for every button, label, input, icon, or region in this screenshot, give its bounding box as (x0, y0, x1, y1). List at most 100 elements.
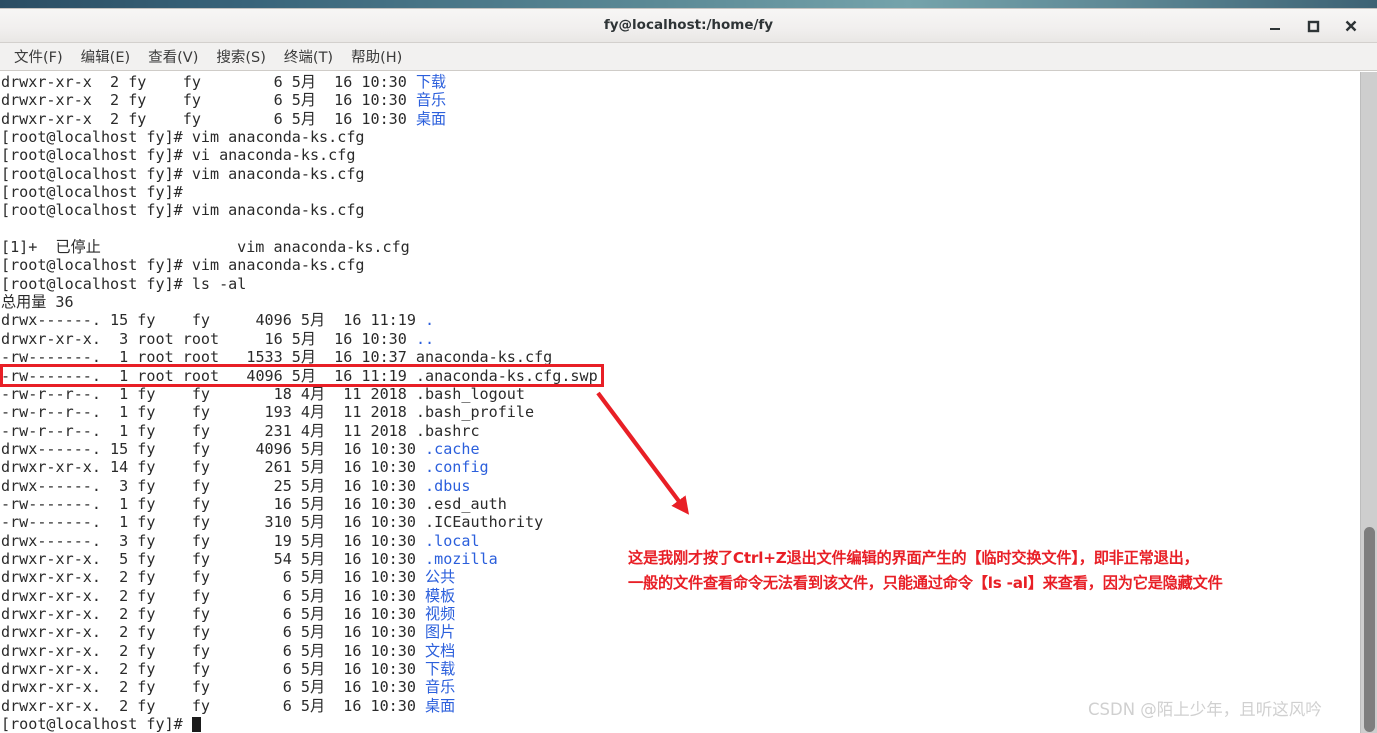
terminal-line: drwx------. 3 fy fy 25 5月 16 10:30 .dbus (1, 477, 1360, 495)
terminal-filename: 模板 (425, 586, 456, 605)
terminal-line-text: drwxr-xr-x. 2 fy fy 6 5月 16 10:30 (1, 678, 426, 697)
terminal-line-text: [root@localhost fy]# vim anaconda-ks.cfg (1, 256, 365, 275)
terminal-line-text: [root@localhost fy]# vim anaconda-ks.cfg (1, 201, 365, 220)
terminal-line-text: -rw-------. 1 fy fy 16 5月 16 10:30 .esd_… (1, 494, 507, 513)
terminal-line: -rw-r--r--. 1 fy fy 18 4月 11 2018 .bash_… (1, 385, 1360, 403)
terminal-line-text: [root@localhost fy]# (1, 183, 192, 202)
terminal-line-text: [1]+ 已停止 vim anaconda-ks.cfg (1, 238, 410, 257)
window-title: fy@localhost:/home/fy (603, 17, 774, 33)
terminal-line: drwxr-xr-x. 2 fy fy 6 5月 16 10:30 公共 (1, 568, 1360, 586)
terminal-prompt-line: [root@localhost fy]# (1, 715, 1360, 733)
terminal-line: drwx------. 3 fy fy 19 5月 16 10:30 .loca… (1, 532, 1360, 550)
terminal-filename: .dbus (425, 476, 471, 495)
terminal-line: -rw-------. 1 fy fy 310 5月 16 10:30 .ICE… (1, 513, 1360, 531)
terminal-line: [1]+ 已停止 vim anaconda-ks.cfg (1, 238, 1360, 256)
terminal-filename: 桌面 (415, 109, 447, 128)
terminal-line-text: [root@localhost fy]# vi anaconda-ks.cfg (1, 146, 356, 165)
terminal-line: drwxr-xr-x. 14 fy fy 261 5月 16 10:30 .co… (1, 458, 1360, 476)
terminal-line-text: [root@localhost fy]# vim anaconda-ks.cfg (1, 164, 365, 183)
terminal-line: drwxr-xr-x. 5 fy fy 54 5月 16 10:30 .mozi… (1, 550, 1360, 568)
terminal-line: drwxr-xr-x. 3 root root 16 5月 16 10:30 .… (1, 330, 1360, 348)
menu-item-help[interactable]: 帮助(H) (342, 44, 411, 69)
close-button[interactable] (1341, 16, 1361, 36)
terminal-line: -rw-------. 1 fy fy 16 5月 16 10:30 .esd_… (1, 495, 1360, 513)
terminal-line-text: drwx------. 15 fy fy 4096 5月 16 11:19 (1, 311, 426, 330)
terminal-line-text: -rw-r--r--. 1 fy fy 231 4月 11 2018 .bash… (1, 421, 480, 440)
terminal-line: -rw-r--r--. 1 fy fy 193 4月 11 2018 .bash… (1, 403, 1360, 421)
scrollbar-thumb[interactable] (1364, 527, 1375, 732)
terminal-filename: .. (415, 329, 435, 348)
terminal-line: drwxr-xr-x. 2 fy fy 6 5月 16 10:30 桌面 (1, 697, 1360, 715)
terminal-line: [root@localhost fy]# vim anaconda-ks.cfg (1, 165, 1360, 183)
menu-item-file[interactable]: 文件(F) (5, 44, 72, 69)
terminal-filename: 公共 (425, 568, 456, 587)
terminal-window: fy@localhost:/home/fy 文件(F) 编辑(E) 查看(V) … (0, 8, 1377, 733)
menu-item-view[interactable]: 查看(V) (139, 44, 207, 69)
window-controls (1265, 9, 1369, 42)
terminal-line-list: drwxr-xr-x 2 fy fy 6 5月 16 10:30 下载 drwxr… (0, 72, 1360, 733)
terminal-line: 总用量 36 (1, 293, 1360, 311)
menu-item-search[interactable]: 搜索(S) (207, 44, 275, 69)
terminal-line: drwxr-xr-x 2 fy fy 6 5月 16 10:30 音乐 (1, 91, 1360, 109)
terminal-line: drwxr-xr-x 2 fy fy 6 5月 16 10:30 桌面 (1, 110, 1360, 128)
terminal-line-text: drwxr-xr-x. 5 fy fy 54 5月 16 10:30 (1, 549, 426, 568)
terminal-line: drwxr-xr-x. 2 fy fy 6 5月 16 10:30 图片 (1, 623, 1360, 641)
terminal-line: [root@localhost fy]# (1, 183, 1360, 201)
terminal-line: -rw-r--r--. 1 fy fy 231 4月 11 2018 .bash… (1, 422, 1360, 440)
terminal-prompt: [root@localhost fy]# (1, 715, 192, 733)
terminal-line-text: drwxr-xr-x. 2 fy fy 6 5月 16 10:30 (1, 660, 426, 678)
menu-bar: 文件(F) 编辑(E) 查看(V) 搜索(S) 终端(T) 帮助(H) (0, 43, 1377, 71)
screenshot-root: fy@localhost:/home/fy 文件(F) 编辑(E) 查看(V) … (0, 0, 1377, 733)
minimize-button[interactable] (1265, 16, 1285, 36)
terminal-line-text: drwxr-xr-x. 3 root root 16 5月 16 10:30 (1, 329, 416, 348)
terminal-line-text: drwxr-xr-x 2 fy fy 6 5月 16 10:30 (1, 91, 416, 110)
menu-item-edit[interactable]: 编辑(E) (72, 44, 139, 69)
terminal-line-text: -rw-------. 1 fy fy 310 5月 16 10:30 .ICE… (1, 513, 544, 532)
terminal-line-text: drwxr-xr-x. 2 fy fy 6 5月 16 10:30 (1, 568, 426, 587)
terminal-line-text: -rw-------. 1 root root 4096 5月 16 11:19… (1, 366, 598, 385)
terminal-line: [root@localhost fy]# ls -al (1, 275, 1360, 293)
menu-item-terminal[interactable]: 终端(T) (275, 44, 342, 69)
terminal-line: [root@localhost fy]# vi anaconda-ks.cfg (1, 146, 1360, 164)
terminal-line-text: drwxr-xr-x 2 fy fy 6 5月 16 10:30 (1, 73, 416, 91)
terminal-line-text: drwxr-xr-x. 14 fy fy 261 5月 16 10:30 (1, 458, 426, 477)
terminal-output[interactable]: drwxr-xr-x 2 fy fy 6 5月 16 10:30 下载 drwxr… (0, 72, 1360, 733)
terminal-line: drwxr-xr-x. 2 fy fy 6 5月 16 10:30 模板 (1, 587, 1360, 605)
terminal-line-text: drwx------. 3 fy fy 19 5月 16 10:30 (1, 531, 426, 550)
terminal-area: drwxr-xr-x 2 fy fy 6 5月 16 10:30 下载 drwxr… (0, 71, 1377, 733)
terminal-line: -rw-------. 1 root root 1533 5月 16 10:37… (1, 348, 1360, 366)
terminal-line: drwxr-xr-x. 2 fy fy 6 5月 16 10:30 下载 (1, 660, 1360, 678)
terminal-line: drwxr-xr-x. 2 fy fy 6 5月 16 10:30 音乐 (1, 678, 1360, 696)
terminal-filename: 音乐 (425, 678, 456, 697)
terminal-line-text: -rw-------. 1 root root 1533 5月 16 10:37… (1, 348, 553, 367)
maximize-button[interactable] (1303, 16, 1323, 36)
terminal-line: [root@localhost fy]# vim anaconda-ks.cfg (1, 256, 1360, 274)
terminal-line-text: [root@localhost fy]# vim anaconda-ks.cfg (1, 128, 365, 147)
terminal-line-text: drwxr-xr-x. 2 fy fy 6 5月 16 10:30 (1, 696, 426, 715)
terminal-line: drwx------. 15 fy fy 4096 5月 16 10:30 .c… (1, 440, 1360, 458)
terminal-line-text: -rw-r--r--. 1 fy fy 18 4月 11 2018 .bash_… (1, 384, 525, 403)
terminal-line: drwxr-xr-x. 2 fy fy 6 5月 16 10:30 文档 (1, 642, 1360, 660)
terminal-filename: 视频 (425, 604, 456, 623)
terminal-filename: 桌面 (425, 696, 456, 715)
terminal-scrollbar[interactable] (1360, 72, 1377, 733)
terminal-line-text: 总用量 36 (1, 293, 74, 312)
terminal-filename: 下载 (425, 660, 456, 678)
terminal-line: drwxr-xr-x. 2 fy fy 6 5月 16 10:30 视频 (1, 605, 1360, 623)
terminal-filename: . (425, 311, 435, 330)
terminal-filename: .local (425, 531, 480, 550)
terminal-line-text: drwxr-xr-x. 2 fy fy 6 5月 16 10:30 (1, 641, 426, 660)
terminal-filename: 下载 (415, 73, 447, 91)
terminal-filename: .cache (425, 439, 480, 458)
terminal-line: [root@localhost fy]# vim anaconda-ks.cfg (1, 201, 1360, 219)
terminal-filename: .mozilla (425, 549, 498, 568)
terminal-line: -rw-------. 1 root root 4096 5月 16 11:19… (1, 367, 1360, 385)
terminal-filename: 音乐 (415, 91, 447, 110)
terminal-filename: 文档 (425, 641, 456, 660)
terminal-line-text: drwxr-xr-x. 2 fy fy 6 5月 16 10:30 (1, 586, 426, 605)
terminal-line-text: drwxr-xr-x. 2 fy fy 6 5月 16 10:30 (1, 604, 426, 623)
window-titlebar[interactable]: fy@localhost:/home/fy (0, 9, 1377, 43)
terminal-filename: .config (425, 458, 489, 477)
terminal-line-text: -rw-r--r--. 1 fy fy 193 4月 11 2018 .bash… (1, 403, 535, 422)
